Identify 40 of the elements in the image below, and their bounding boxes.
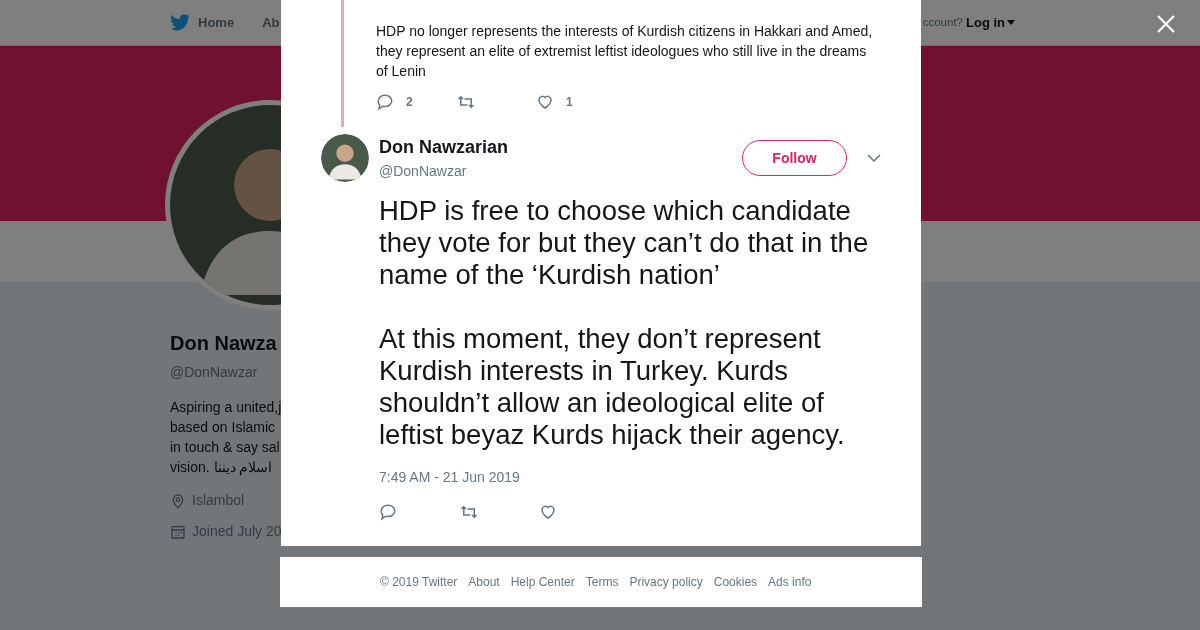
footer-link[interactable]: Help Center xyxy=(510,573,575,591)
footer-link[interactable]: Ads info xyxy=(768,573,812,591)
profile-name: Don Nawza xyxy=(170,331,277,356)
retweet-icon[interactable] xyxy=(456,93,476,111)
calendar-icon xyxy=(170,523,186,540)
bio-line: based on Islamic xyxy=(170,418,276,437)
heart-icon[interactable] xyxy=(536,93,554,111)
profile-handle: @DonNawzar xyxy=(170,363,258,382)
author-name: Don Nawzarian xyxy=(379,136,509,159)
reply-icon[interactable] xyxy=(379,503,397,521)
footer-link[interactable]: Cookies xyxy=(713,573,758,591)
bio-line: vision. اسلام دیننا xyxy=(170,458,273,477)
reply-count: 2 xyxy=(406,94,413,111)
retweet-icon[interactable] xyxy=(459,503,479,521)
author-avatar xyxy=(321,134,369,182)
parent-tweet-text: HDP no longer represents the interests of Kurdish citizens in Hakkari and Amed, they represent an elite of extremist leftist ideologues who still live in the dreams of Lenin xyxy=(376,22,874,81)
nav-link[interactable]: Ab xyxy=(262,12,280,33)
copyright-text: © 2019 Twitter xyxy=(380,574,458,591)
bio-line: Aspiring a united,j xyxy=(170,398,282,417)
footer-link[interactable]: Terms xyxy=(585,573,619,591)
nav-link[interactable]: Home xyxy=(170,12,235,33)
chevron-down-icon[interactable] xyxy=(867,154,881,162)
reply-icon[interactable] xyxy=(376,93,394,111)
tweet-text: HDP is free to choose which candidate they vote for but they can’t do that in the name of the ‘Kurdish nation’ xyxy=(379,195,870,291)
footer-link[interactable]: Privacy policy xyxy=(629,573,703,591)
footer-link[interactable]: About xyxy=(468,573,500,591)
tweet-timestamp[interactable]: 7:49 AM - 21 Jun 2019 xyxy=(379,469,520,485)
author-handle: @DonNawzar xyxy=(379,162,468,181)
location-pin-icon xyxy=(170,492,186,509)
bird-icon xyxy=(170,14,190,31)
like-count: 1 xyxy=(566,94,573,111)
account-prompt: ccount? xyxy=(922,14,963,30)
profile-location: Islambol xyxy=(192,491,245,510)
caret-icon xyxy=(1007,20,1015,25)
login-link[interactable]: Log in xyxy=(966,12,1015,33)
tweet-text: At this moment, they don’t represent Kurdish interests in Turkey. Kurds shouldn’t allow an ideological elite of leftist beyaz Kurds hijack their agency. xyxy=(379,323,846,451)
bio-line: in touch & say sal xyxy=(170,438,280,457)
profile-joined: Joined July 20 xyxy=(192,522,282,541)
heart-icon[interactable] xyxy=(539,503,557,521)
close-icon[interactable] xyxy=(1157,15,1175,33)
